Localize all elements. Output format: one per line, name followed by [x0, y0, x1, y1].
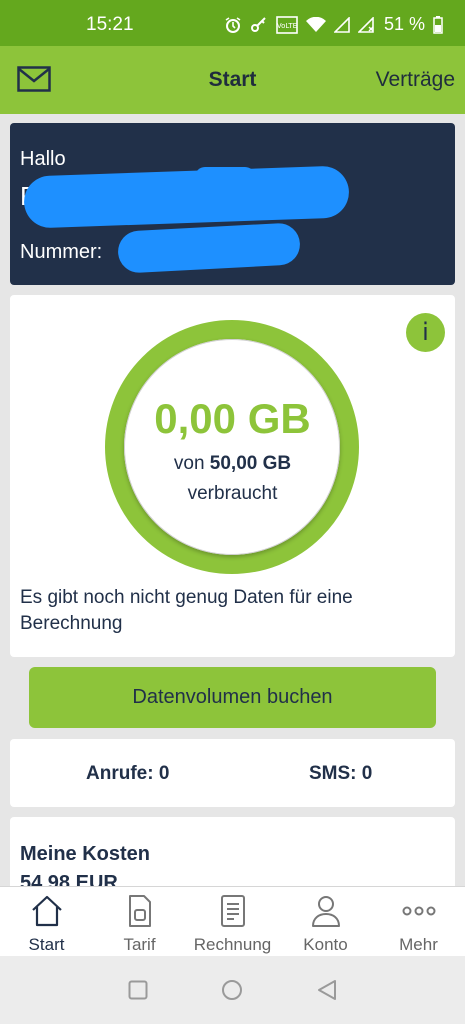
- nav-label: Konto: [303, 935, 348, 954]
- info-icon[interactable]: i: [406, 313, 445, 352]
- number-label: Nummer:: [20, 241, 103, 263]
- nav-label: Start: [28, 935, 65, 954]
- costs-card[interactable]: Meine Kosten 54,98 EUR: [10, 817, 455, 897]
- sim-card-icon: [128, 895, 151, 927]
- nav-mehr[interactable]: Mehr: [372, 887, 465, 956]
- used-volume: 0,00 GB: [154, 395, 311, 442]
- nav-konto[interactable]: Konto: [279, 887, 372, 956]
- costs-heading: Meine Kosten: [20, 843, 151, 865]
- book-data-button[interactable]: Datenvolumen buchen: [29, 667, 436, 728]
- number-redaction: [117, 222, 301, 274]
- person-icon: [311, 896, 340, 927]
- nav-rechnung[interactable]: Rechnung: [186, 887, 279, 956]
- battery-icon: [433, 15, 443, 34]
- usage-note: Es gibt noch nicht genug Daten für eine …: [20, 587, 353, 634]
- recents-button[interactable]: [128, 980, 148, 1000]
- name-redaction: [23, 165, 350, 229]
- greeting-card: Hallo F Nummer:: [10, 123, 455, 285]
- svg-text:VoLTE: VoLTE: [277, 22, 297, 30]
- home-icon: [31, 895, 62, 927]
- signal-no-sim-icon: [357, 16, 374, 33]
- signal-icon: [333, 16, 350, 33]
- wifi-icon: [305, 16, 326, 32]
- more-dots-icon: [402, 906, 435, 916]
- key-icon: [250, 16, 266, 32]
- total-volume-line: von 50,00 GB: [173, 453, 292, 474]
- calls-count: Anrufe: 0: [86, 763, 170, 784]
- usage-ring: [105, 320, 359, 574]
- used-label: verbraucht: [187, 483, 278, 504]
- alarm-icon: [225, 16, 241, 33]
- status-time: 15:21: [86, 14, 134, 35]
- nav-start[interactable]: Start: [0, 887, 93, 956]
- bottom-nav: Start Tarif Rechnung Konto Mehr: [0, 886, 465, 956]
- app-bar: Start Verträge: [0, 46, 465, 114]
- invoice-icon: [220, 895, 245, 927]
- usage-counts-card: Anrufe: 0 SMS: 0: [10, 739, 455, 807]
- greeting-hello: Hallo: [20, 148, 66, 170]
- nav-label: Mehr: [399, 935, 438, 954]
- nav-label: Tarif: [123, 935, 156, 954]
- status-bar: 15:21 VoLTE 51 %: [0, 0, 465, 46]
- home-button[interactable]: [221, 979, 243, 1001]
- back-button[interactable]: [316, 979, 338, 1001]
- total-volume: 50,00 GB: [209, 453, 292, 474]
- sms-count: SMS: 0: [309, 763, 373, 784]
- status-icons: VoLTE 51 %: [224, 14, 443, 35]
- name-redaction: [195, 167, 255, 187]
- system-nav-bar: [0, 956, 465, 1024]
- nav-label: Rechnung: [193, 935, 272, 954]
- nav-tarif[interactable]: Tarif: [93, 887, 186, 956]
- volte-icon: VoLTE: [276, 15, 298, 34]
- contracts-link[interactable]: Verträge: [376, 68, 455, 92]
- data-usage-card: i 0,00 GB von 50,00 GB verbraucht Es gib…: [10, 295, 455, 657]
- battery-percent: 51 %: [383, 14, 425, 34]
